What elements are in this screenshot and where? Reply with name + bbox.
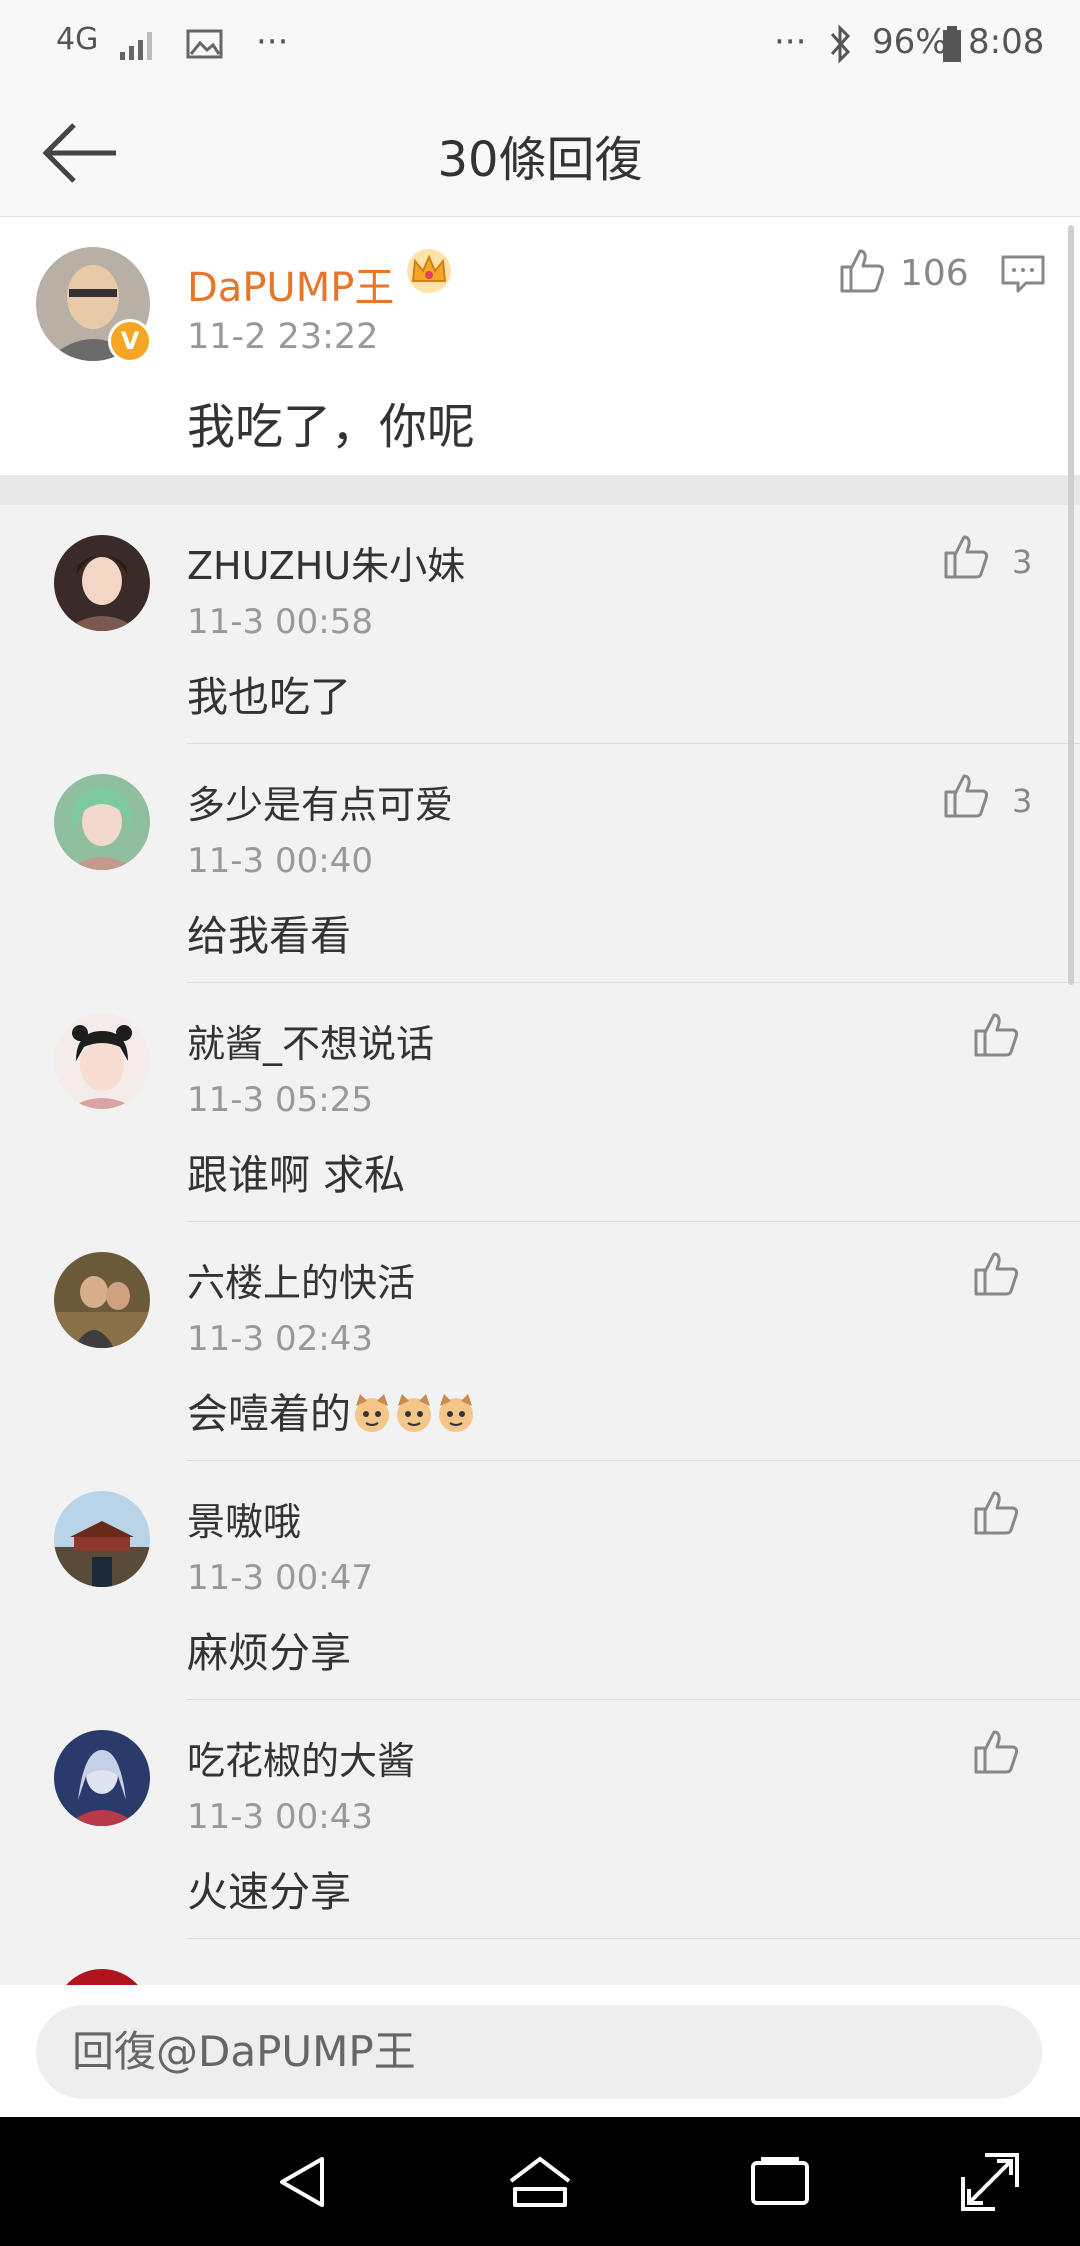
reply-text: 会噎着的 xyxy=(187,1380,477,1440)
cat-emoji-icon xyxy=(355,1394,389,1432)
like-icon[interactable] xyxy=(972,1728,1020,1776)
reply-time: 11-3 00:58 xyxy=(187,602,373,642)
list-item[interactable]: 景嗷哦 11-3 00:47 麻烦分享 xyxy=(0,1461,1080,1700)
clock: 8:08 xyxy=(968,22,1045,62)
reply-text: 给我看看 xyxy=(187,912,351,960)
verified-badge: V xyxy=(108,319,152,363)
like-icon[interactable] xyxy=(942,533,990,581)
reply-text: 麻烦分享 xyxy=(187,1629,351,1677)
like-count: 3 xyxy=(1012,782,1033,820)
page-title: 30條回復 xyxy=(437,132,643,188)
like-icon[interactable] xyxy=(972,1250,1020,1298)
avatar[interactable] xyxy=(54,774,150,870)
like-icon[interactable] xyxy=(838,247,886,295)
author-name[interactable]: DaPUMP王 xyxy=(187,255,394,313)
reply-list: ZHUZHU朱小妹 11-3 00:58 我也吃了 3 多少是有点可爱 11-3… xyxy=(0,505,1080,1985)
header: 30條回復 xyxy=(0,90,1080,217)
list-item[interactable]: 就酱_不想说话 11-3 05:25 跟谁啊 求私 xyxy=(0,983,1080,1222)
author-name[interactable]: 就酱_不想说话 xyxy=(187,1013,434,1068)
main-comment: V DaPUMP王 11-2 23:22 我吃了，你呢 106 xyxy=(0,217,1080,475)
avatar[interactable] xyxy=(54,1491,150,1587)
nav-expand-icon[interactable] xyxy=(955,2147,1025,2217)
comment-text: 我吃了，你呢 xyxy=(187,399,476,455)
section-divider xyxy=(0,475,1080,505)
reply-text: 我也吃了 xyxy=(187,673,351,721)
reply-text-content: 会噎着的 xyxy=(187,1390,351,1438)
like-count: 106 xyxy=(900,253,969,294)
reply-time: 11-3 00:47 xyxy=(187,1558,373,1598)
author-name[interactable]: ZHUZHU朱小妹 xyxy=(187,535,465,590)
avatar[interactable] xyxy=(54,1969,150,1985)
signal-icon xyxy=(120,32,152,60)
avatar[interactable] xyxy=(54,1013,150,1109)
nav-recents-icon[interactable] xyxy=(745,2147,815,2217)
reply-time: 11-3 02:43 xyxy=(187,1319,373,1359)
reply-time: 11-3 00:40 xyxy=(187,841,373,881)
reply-bar: 回復@DaPUMP王 xyxy=(0,1985,1080,2117)
bluetooth-icon xyxy=(830,24,851,64)
reply-input[interactable]: 回復@DaPUMP王 xyxy=(36,2005,1042,2099)
more-notifications-icon: ··· xyxy=(256,22,289,62)
avatar[interactable] xyxy=(54,535,150,631)
scrollbar[interactable] xyxy=(1068,225,1074,985)
avatar[interactable] xyxy=(54,1252,150,1348)
author-name[interactable]: 景嗷哦 xyxy=(187,1491,301,1546)
nav-home-icon[interactable] xyxy=(505,2147,575,2217)
list-item[interactable]: ZHUZHU朱小妹 11-3 00:58 我也吃了 3 xyxy=(0,505,1080,744)
network-indicator: 4G xyxy=(56,22,99,57)
system-nav-bar xyxy=(0,2117,1080,2246)
reply-text: 火速分享 xyxy=(187,1868,351,1916)
crown-icon xyxy=(407,249,451,293)
battery-icon xyxy=(943,26,961,62)
list-item[interactable]: 六楼上的快活 11-3 02:43 会噎着的 xyxy=(0,1222,1080,1461)
like-count: 3 xyxy=(1012,543,1033,581)
list-item[interactable]: 吃花椒的大酱 11-3 00:43 火速分享 xyxy=(0,1700,1080,1939)
image-notification-icon xyxy=(186,29,223,59)
nav-back-icon[interactable] xyxy=(270,2147,340,2217)
reply-time: 11-3 05:25 xyxy=(187,1080,373,1120)
reply-time: 11-3 00:43 xyxy=(187,1797,373,1837)
like-icon[interactable] xyxy=(942,772,990,820)
reply-text: 跟谁啊 求私 xyxy=(187,1151,406,1199)
status-bar: 4G ··· ··· 96% 8:08 xyxy=(0,0,1080,90)
author-name[interactable]: 六楼上的快活 xyxy=(187,1252,415,1307)
like-icon[interactable] xyxy=(972,1489,1020,1537)
comment-reply-icon[interactable] xyxy=(1000,254,1046,294)
comment-time: 11-2 23:22 xyxy=(187,317,379,357)
cat-emoji-icon xyxy=(397,1394,431,1432)
author-name[interactable]: 吃花椒的大酱 xyxy=(187,1730,415,1785)
author-name[interactable]: 多少是有点可爱 xyxy=(187,774,453,829)
list-item-partial[interactable] xyxy=(0,1939,1080,1985)
battery-percent: 96% xyxy=(872,22,948,62)
cat-emoji-icon xyxy=(439,1394,473,1432)
more-status-icon: ··· xyxy=(774,22,807,62)
list-item[interactable]: 多少是有点可爱 11-3 00:40 给我看看 3 xyxy=(0,744,1080,983)
avatar[interactable] xyxy=(54,1730,150,1826)
like-icon[interactable] xyxy=(972,1011,1020,1059)
